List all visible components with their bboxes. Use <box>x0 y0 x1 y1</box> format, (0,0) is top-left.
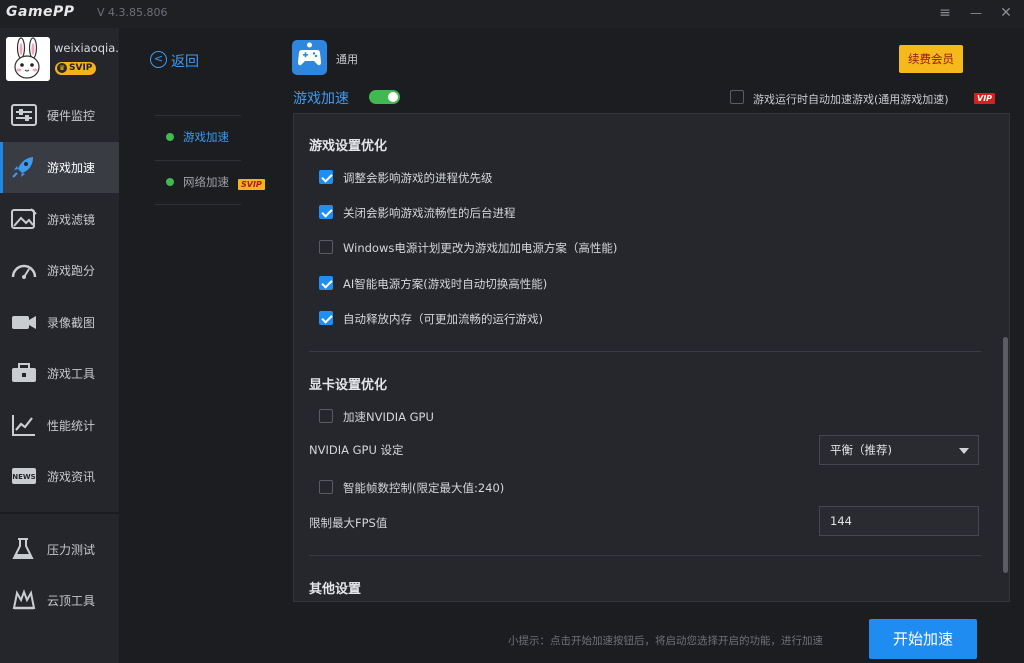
chevron-down-icon <box>959 448 969 454</box>
section-title-gpu-optimization: 显卡设置优化 <box>309 378 388 393</box>
sidebar-item-label: 云顶工具 <box>47 594 96 608</box>
auto-accel-label: 游戏运行时自动加速游戏(通用游戏加速) <box>753 93 949 106</box>
sidebar-item-label: 压力测试 <box>47 543 96 557</box>
title-bar: GamePP V 4.3.85.806 ≡ — ✕ <box>0 0 1024 28</box>
sidebar-item-label: 性能统计 <box>47 419 96 433</box>
vip-badge: VIP <box>974 93 996 104</box>
fps-control-checkbox[interactable] <box>319 480 333 494</box>
flask-icon <box>12 538 34 559</box>
sidebar-item-label: 硬件监控 <box>47 109 96 123</box>
sidebar-item-label: 录像截图 <box>47 316 96 330</box>
svip-badge: ♛ SVIP <box>55 62 97 75</box>
crown-icon: ♛ <box>57 63 67 73</box>
max-fps-input[interactable]: 144 <box>819 506 979 536</box>
section-title-game-optimization: 游戏设置优化 <box>309 139 388 154</box>
sidebar: weixiaoqia.. ♛ SVIP 硬件监控 游戏加速 游戏滤镜 游戏跑分 … <box>0 28 119 663</box>
game-accel-toggle[interactable] <box>369 90 400 104</box>
option-label: 关闭会影响游戏流畅性的后台进程 <box>343 206 516 220</box>
hint-text: 小提示：点击开始加速按钮后，将启动您选择开启的功能，进行加速 <box>508 635 823 647</box>
game-accel-title: 游戏加速 <box>293 91 349 107</box>
nvidia-accel-label: 加速NVIDIA GPU <box>343 410 434 424</box>
sidebar-item-label: 游戏跑分 <box>47 264 96 278</box>
toolbox-icon <box>12 363 36 382</box>
active-dot-icon <box>166 133 174 141</box>
sidebar-item-benchmark[interactable]: 游戏跑分 <box>0 245 119 296</box>
sidebar-item-game-filter[interactable]: 游戏滤镜 <box>0 194 119 245</box>
start-accel-button[interactable]: 开始加速 <box>869 619 977 659</box>
sidebar-item-label: 游戏工具 <box>47 367 96 381</box>
general-label: 通用 <box>336 53 358 66</box>
rocket-icon <box>12 157 33 178</box>
option-checkbox[interactable] <box>319 240 333 254</box>
svg-text:NEWS: NEWS <box>12 473 35 481</box>
option-checkbox[interactable] <box>319 170 333 184</box>
app-window: GamePP V 4.3.85.806 ≡ — ✕ weixiaoqia.. ♛… <box>0 0 1024 663</box>
sidebar-item-label: 游戏加速 <box>47 161 96 175</box>
app-logo: GamePP <box>6 4 75 20</box>
auto-accel-checkbox[interactable] <box>730 90 744 104</box>
sidebar-item-label: 游戏滤镜 <box>47 213 96 227</box>
avatar[interactable] <box>6 37 50 81</box>
option-checkbox[interactable] <box>319 311 333 325</box>
gpu-setting-value: 平衡（推荐) <box>830 443 892 457</box>
fps-control-label: 智能帧数控制(限定最大值:240) <box>343 481 505 495</box>
option-label: AI智能电源方案(游戏时自动切换高性能) <box>343 277 548 291</box>
sidebar-item-label: 游戏资讯 <box>47 470 96 484</box>
chevron-left-icon: < <box>150 51 167 68</box>
option-label: Windows电源计划更改为游戏加加电源方案（高性能) <box>343 241 618 255</box>
submenu-item-game-accel[interactable]: 游戏加速 <box>155 116 241 160</box>
nvidia-accel-checkbox[interactable] <box>319 409 333 423</box>
option-checkbox[interactable] <box>319 276 333 290</box>
sidebar-item-game-tools[interactable]: 游戏工具 <box>0 348 119 399</box>
gpu-setting-label: NVIDIA GPU 设定 <box>309 443 404 457</box>
renew-membership-button[interactable]: 续费会员 <box>899 45 963 73</box>
sidebar-item-record-screenshot[interactable]: 录像截图 <box>0 297 119 348</box>
sidebar-item-hardware-monitor[interactable]: 硬件监控 <box>0 90 119 141</box>
image-filter-icon <box>11 208 37 229</box>
back-label: 返回 <box>171 54 199 70</box>
gamepad-icon <box>292 40 327 75</box>
gpu-setting-select[interactable]: 平衡（推荐) <box>819 435 979 465</box>
rabbit-avatar-icon <box>6 37 50 81</box>
video-camera-icon <box>12 316 36 329</box>
sidebar-item-game-accel[interactable]: 游戏加速 <box>0 142 119 193</box>
option-checkbox[interactable] <box>319 205 333 219</box>
settings-panel: 游戏设置优化 调整会影响游戏的进程优先级 关闭会影响游戏流畅性的后台进程 Win… <box>293 113 1010 602</box>
submenu-item-label: 网络加速 <box>183 175 229 189</box>
svip-badge: SVIP <box>238 179 265 190</box>
submenu-divider <box>155 204 241 205</box>
menu-icon[interactable]: ≡ <box>935 4 955 22</box>
news-icon: NEWS <box>12 468 36 484</box>
speedometer-icon <box>11 264 37 279</box>
chart-line-icon <box>12 415 35 436</box>
minimize-icon[interactable]: — <box>966 4 986 22</box>
app-version: V 4.3.85.806 <box>97 6 168 19</box>
section-title-other-settings: 其他设置 <box>309 582 362 597</box>
submenu-item-network-accel[interactable]: 网络加速 <box>155 161 241 205</box>
username: weixiaoqia.. <box>54 41 118 55</box>
sidebar-item-perf-stats[interactable]: 性能统计 <box>0 400 119 451</box>
sidebar-item-stress-test[interactable]: 压力测试 <box>0 524 119 575</box>
svip-badge-label: SVIP <box>69 63 93 73</box>
section-divider <box>309 351 981 352</box>
status-dot-icon <box>166 178 174 186</box>
option-label: 自动释放内存（可更加流畅的运行游戏) <box>343 312 543 326</box>
sidebar-item-tft-tools[interactable]: 云顶工具 <box>0 575 119 626</box>
option-label: 调整会影响游戏的进程优先级 <box>343 171 493 185</box>
user-profile[interactable]: weixiaoqia.. ♛ SVIP <box>0 28 119 90</box>
panel-scrollbar[interactable] <box>1003 337 1008 573</box>
max-fps-label: 限制最大FPS值 <box>309 516 388 530</box>
section-divider <box>309 555 981 556</box>
sidebar-item-game-news[interactable]: NEWS 游戏资讯 <box>0 451 119 502</box>
crown-tool-icon <box>12 589 36 610</box>
submenu-item-label: 游戏加速 <box>183 130 229 144</box>
sidebar-divider <box>0 512 119 514</box>
close-icon[interactable]: ✕ <box>996 4 1016 22</box>
sliders-icon <box>11 104 37 126</box>
